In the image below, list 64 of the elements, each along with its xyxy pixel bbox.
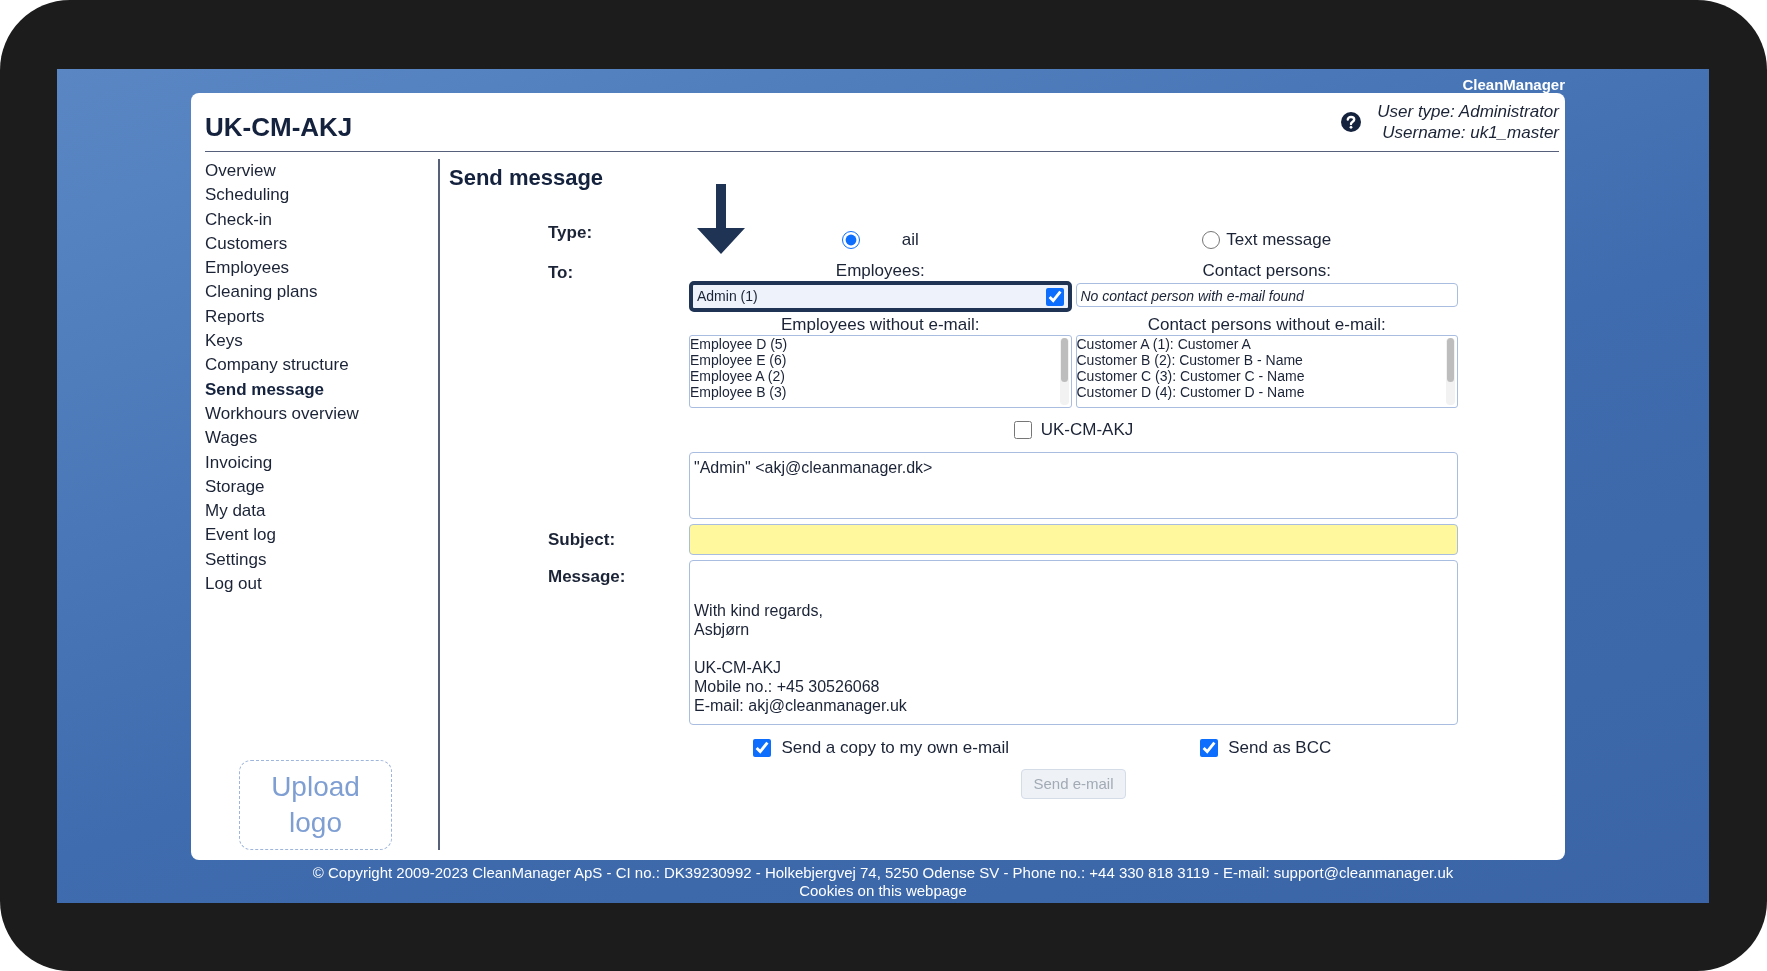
checkbox[interactable] [1013,421,1032,439]
field-label: Message: [548,566,627,588]
checkbox-label: UK-CM-AKJ [1040,419,1134,442]
sidebar-item[interactable]: Send message [205,377,438,402]
column-heading: Contact persons without e-mail: [1146,314,1387,335]
list-box[interactable]: Employee D (5) Employee E (6) Employee A (2) Employee B (3) [689,335,1072,408]
list-item[interactable]: Employee A (2) [690,368,1058,384]
list-item[interactable]: Employee B (3) [690,384,1058,400]
list-item[interactable]: Customer B (2): Customer B - Name [1076,352,1444,368]
username-text: Username: uk1_master [1381,122,1559,143]
message-field[interactable]: With kind regards, Asbjørn UK-CM-AKJ Mobile no.: +45 30526068 E-mail: akj@cleanmanager.uk [689,560,1458,725]
sidebar-item[interactable]: Storage [205,474,438,500]
field-label: Subject: [548,529,617,551]
option-label: Text message [1226,229,1332,252]
user-type-text: User type: Administrator [1377,101,1559,122]
list-item[interactable]: Customer C (3): Customer C - Name [1076,368,1444,384]
page-title: Send message [449,164,605,192]
field-label: Type: [548,222,594,244]
scrollbar[interactable] [1447,338,1454,382]
column-heading: Employees without e-mail: [780,314,981,335]
sidebar-item[interactable]: Wages [205,426,438,451]
column-heading: Contact persons: [1201,260,1332,281]
checkbox-label: Send a copy to my own e-mail [781,737,1010,759]
app-title: CleanManager [1461,75,1565,93]
list-item[interactable]: Employee D (5) [690,336,1058,352]
field-label: To: [548,262,575,284]
recipient-row[interactable]: Admin (1) [689,281,1072,312]
sidebar-item[interactable]: Settings [205,547,438,573]
radio-button[interactable] [841,231,860,249]
sidebar-item[interactable]: Keys [205,329,438,354]
sidebar-item[interactable]: Customers [205,231,438,257]
sidebar-item[interactable]: Workhours overview [205,401,438,427]
sidebar-item[interactable]: Cleaning plans [205,280,438,305]
subject-field[interactable] [689,524,1458,555]
sidebar-item[interactable]: Log out [205,572,438,597]
list-box[interactable]: Customer A (1): Customer A Customer B (2): Customer B - Name Customer C (3): Customer C - Name Customer D (4): Customer D - Name [1075,335,1458,408]
arrow-annotation [697,184,745,254]
checkbox[interactable] [753,738,772,757]
radio-button[interactable] [1202,231,1221,249]
scrollbar[interactable] [1060,338,1068,382]
checkbox[interactable] [1045,287,1064,306]
option-label: ail [901,229,919,252]
list-item[interactable]: Employee E (6) [690,352,1058,368]
recipient-name: Admin (1) [697,287,758,306]
help-icon[interactable] [1341,112,1362,132]
checkbox-label: Send as BCC [1228,737,1332,759]
sidebar-item[interactable]: Overview [205,159,438,184]
sidebar-item[interactable]: Check-in [205,207,438,232]
checkbox[interactable] [1200,738,1219,757]
sidebar-item[interactable]: Employees [205,256,438,281]
recipients-field[interactable]: "Admin" <akj@cleanmanager.dk> [689,452,1458,519]
column-heading: Employees: [834,260,926,281]
empty-message: No contact person with e-mail found [1075,283,1458,307]
sidebar-item[interactable]: Event log [205,523,438,548]
cookies-link[interactable]: Cookies on this webpage [799,882,967,899]
sidebar-item[interactable]: Invoicing [205,450,438,475]
company-title: UK-CM-AKJ [205,110,353,144]
list-item[interactable]: Customer D (4): Customer D - Name [1076,384,1444,400]
list-item[interactable]: Customer A (1): Customer A [1076,336,1444,352]
sidebar-item[interactable]: Scheduling [205,183,438,208]
sidebar-item[interactable]: Reports [205,304,438,330]
copyright-text: © Copyright 2009-2023 CleanManager ApS - CI no.: DK39230992 - Holkebjergvej 74, 5250 Odense SV - Phone no.: +44 330 818 3119 - E-mail: support@cleanmanager.uk [311,864,1455,882]
sidebar-item[interactable]: Company structure [205,353,438,378]
sidebar-item[interactable]: My data [205,499,438,524]
